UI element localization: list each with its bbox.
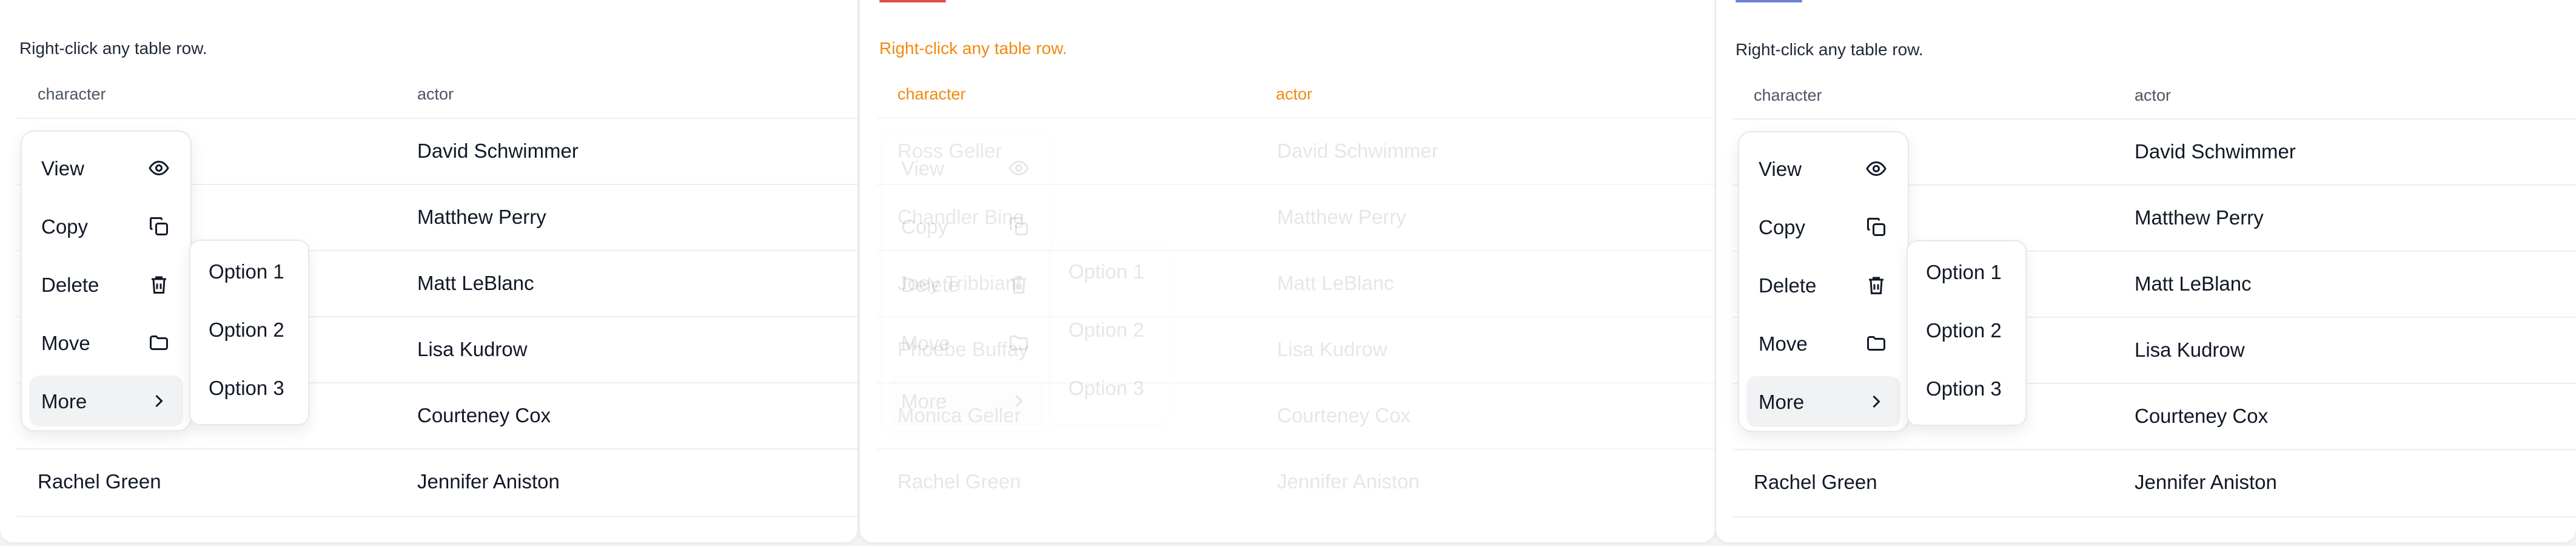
menu-item-delete[interactable]: Delete: [1746, 260, 1900, 311]
folder-icon: [1010, 335, 1028, 350]
eye-icon: [1008, 160, 1029, 176]
cell-character: Rachel Green: [1754, 471, 1877, 493]
cell-actor: Matthew Perry: [417, 206, 546, 228]
cell-actor: Matthew Perry: [1277, 206, 1406, 228]
copy-icon: [1010, 217, 1028, 235]
cell-actor: Courteney Cox: [1277, 404, 1411, 426]
column-header-actor[interactable]: actor: [1276, 85, 1312, 104]
trash-icon: [1011, 276, 1026, 294]
menu-item-move[interactable]: Move: [29, 317, 183, 368]
cell-actor: Courteney Cox: [417, 404, 551, 426]
cell-actor: Matthew Perry: [2135, 206, 2264, 229]
folder-icon: [150, 335, 168, 350]
copy-icon: [1867, 218, 1885, 236]
menu-item-label: Copy: [1759, 216, 1806, 238]
cell-actor: Lisa Kudrow: [1277, 338, 1387, 360]
folder-icon: [1867, 336, 1885, 351]
top-accent-bar: [1736, 0, 1802, 2]
trash-icon: [1869, 277, 1883, 294]
menu-item-label: View: [901, 157, 944, 180]
cell-actor: Matt LeBlanc: [417, 272, 534, 294]
menu-item-move[interactable]: Move: [1746, 318, 1900, 369]
submenu-option-3[interactable]: Option 3: [209, 377, 284, 400]
hint-text: Right-click any table row.: [879, 39, 1067, 58]
hint-text: Right-click any table row.: [1736, 40, 1924, 59]
cell-actor: David Schwimmer: [2135, 140, 2296, 163]
cell-actor: Jennifer Aniston: [417, 470, 560, 493]
chevron-right-icon: [1873, 395, 1880, 408]
trash-icon: [152, 276, 166, 294]
column-header-actor[interactable]: actor: [2135, 86, 2171, 105]
menu-item-copy[interactable]: Copy: [889, 201, 1043, 252]
cell-actor: David Schwimmer: [417, 140, 579, 162]
panel-left: Right-click any table row. character act…: [0, 0, 857, 542]
menu-item-view[interactable]: View: [889, 143, 1043, 194]
menu-item-move[interactable]: Move: [889, 317, 1043, 368]
menu-item-label: View: [41, 157, 84, 180]
chevron-right-icon: [155, 394, 163, 408]
table-row[interactable]: Rachel Green Jennifer Aniston: [877, 448, 1715, 516]
menu-item-more[interactable]: More: [1746, 376, 1900, 427]
cell-actor: David Schwimmer: [1277, 140, 1438, 162]
menu-item-copy[interactable]: Copy: [1746, 201, 1900, 252]
table-row[interactable]: Rachel Green Jennifer Aniston: [1733, 449, 2576, 517]
submenu: Option 1 Option 2 Option 3: [1907, 240, 2027, 426]
column-header-character[interactable]: character: [38, 85, 106, 104]
column-header-character[interactable]: character: [897, 85, 966, 104]
menu-item-label: More: [1759, 391, 1805, 413]
menu-item-label: More: [41, 390, 87, 413]
menu-item-label: Delete: [41, 274, 99, 296]
submenu-option-3[interactable]: Option 3: [1068, 377, 1144, 400]
cell-actor: Jennifer Aniston: [1277, 470, 1420, 493]
submenu-option-2[interactable]: Option 2: [1068, 318, 1144, 342]
cell-actor: Lisa Kudrow: [417, 338, 528, 360]
submenu: Option 1 Option 2 Option 3: [189, 240, 309, 425]
menu-item-label: Copy: [901, 215, 948, 238]
column-header-actor[interactable]: actor: [417, 85, 454, 104]
menu-item-label: Move: [1759, 332, 1808, 355]
context-menu: View Copy Delete Move More: [1738, 131, 1909, 432]
submenu: Option 1 Option 2 Option 3: [1049, 240, 1169, 425]
copy-icon: [150, 217, 168, 235]
menu-item-view[interactable]: View: [29, 143, 183, 194]
menu-item-label: Move: [901, 332, 950, 354]
eye-icon: [149, 160, 169, 176]
hint-text: Right-click any table row.: [19, 39, 207, 58]
submenu-option-2[interactable]: Option 2: [1926, 319, 2002, 342]
menu-item-label: View: [1759, 158, 1802, 180]
menu-item-view[interactable]: View: [1746, 143, 1900, 194]
chevron-right-icon: [1015, 394, 1023, 408]
cell-actor: Lisa Kudrow: [2135, 339, 2245, 361]
top-accent-bar: [879, 0, 946, 2]
menu-item-delete[interactable]: Delete: [889, 259, 1043, 310]
menu-item-more[interactable]: More: [889, 376, 1043, 426]
submenu-option-1[interactable]: Option 1: [1926, 261, 2002, 284]
menu-item-copy[interactable]: Copy: [29, 201, 183, 252]
cell-actor: Matt LeBlanc: [2135, 272, 2252, 295]
eye-icon: [1866, 161, 1887, 177]
cell-actor: Jennifer Aniston: [2135, 471, 2277, 493]
submenu-option-1[interactable]: Option 1: [209, 260, 284, 283]
cell-actor: Matt LeBlanc: [1277, 272, 1394, 294]
context-menu: View Copy Delete Move More: [880, 130, 1052, 431]
submenu-option-2[interactable]: Option 2: [209, 318, 284, 342]
submenu-option-3[interactable]: Option 3: [1926, 377, 2002, 400]
table-row[interactable]: Rachel Green Jennifer Aniston: [17, 448, 857, 517]
menu-item-label: More: [901, 390, 947, 413]
cell-character: Rachel Green: [38, 470, 161, 493]
menu-item-label: Delete: [1759, 274, 1817, 297]
menu-item-label: Copy: [41, 215, 89, 238]
submenu-option-1[interactable]: Option 1: [1068, 260, 1144, 283]
column-header-character[interactable]: character: [1754, 86, 1822, 105]
panel-middle: Right-click any table row. character act…: [860, 0, 1715, 542]
panel-right: Right-click any table row. character act…: [1716, 0, 2576, 542]
menu-item-label: Move: [41, 332, 90, 354]
menu-item-label: Delete: [901, 274, 959, 296]
cell-character: Rachel Green: [897, 470, 1021, 493]
menu-item-delete[interactable]: Delete: [29, 259, 183, 310]
cell-actor: Courteney Cox: [2135, 405, 2269, 427]
menu-item-more[interactable]: More: [29, 376, 183, 426]
context-menu: View Copy Delete Move More: [21, 130, 192, 431]
